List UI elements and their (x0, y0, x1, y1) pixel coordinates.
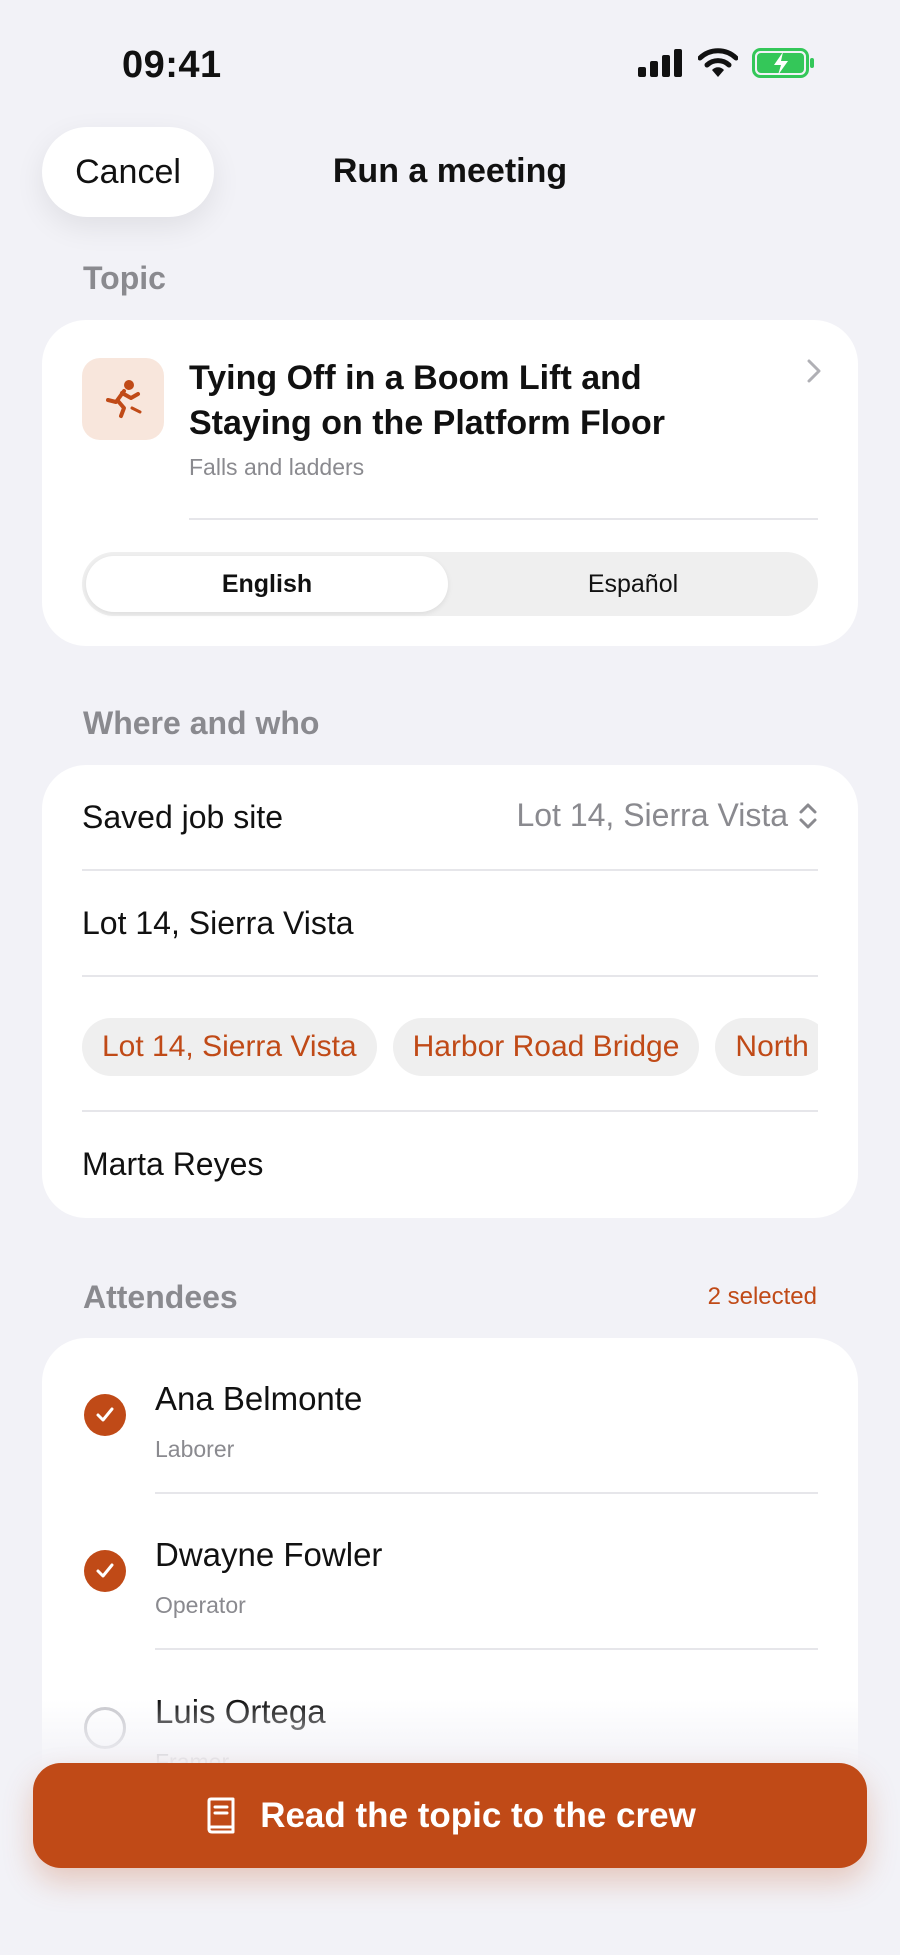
battery-charging-icon (752, 48, 814, 78)
saved-site-row[interactable]: Saved job site Lot 14, Sierra Vista (42, 765, 858, 869)
where-divider (82, 1110, 818, 1112)
page-title: Run a meeting (332, 152, 568, 190)
attendees-section-label: Attendees (83, 1279, 238, 1315)
site-chips: Lot 14, Sierra Vista Harbor Road Bridge … (82, 1018, 818, 1076)
leader-name-field[interactable]: Marta Reyes (82, 1146, 263, 1183)
topic-divider (189, 518, 818, 520)
topic-category: Falls and ladders (189, 454, 365, 480)
status-time: 09:41 (122, 44, 222, 86)
attendee-role: Operator (155, 1592, 246, 1618)
topic-row[interactable]: Tying Off in a Boom Lift and Staying on … (42, 320, 858, 520)
where-divider (82, 869, 818, 871)
site-name-field[interactable]: Lot 14, Sierra Vista (82, 905, 354, 942)
attendee-name: Dwayne Fowler (155, 1536, 383, 1573)
saved-site-picker[interactable]: Lot 14, Sierra Vista (516, 797, 818, 834)
topic-icon-box (82, 358, 164, 440)
where-divider (82, 975, 818, 977)
topic-title: Tying Off in a Boom Lift and Staying on … (189, 359, 666, 442)
selected-count-badge: 2 selected (707, 1283, 817, 1310)
topic-card: Tying Off in a Boom Lift and Staying on … (42, 320, 858, 646)
checkmark-icon (96, 1563, 114, 1578)
book-icon (207, 1797, 235, 1833)
attendee-row[interactable]: Dwayne Fowler Operator (42, 1495, 858, 1650)
attendee-row[interactable]: Ana Belmonte Laborer (42, 1338, 858, 1493)
where-section-label: Where and who (83, 705, 320, 741)
falling-person-icon (106, 380, 142, 418)
site-chip[interactable]: North (715, 1018, 818, 1076)
attendee-role: Laborer (155, 1436, 235, 1462)
where-card: Saved job site Lot 14, Sierra Vista Lot … (42, 765, 858, 1218)
status-bar: 09:41 (0, 0, 900, 120)
chevron-up-down-icon (799, 803, 817, 828)
checkbox-checked[interactable] (84, 1550, 126, 1592)
attendee-divider (155, 1492, 818, 1494)
read-topic-button[interactable]: Read the topic to the crew (33, 1763, 867, 1868)
checkmark-icon (96, 1407, 114, 1422)
topic-section-label: Topic (83, 260, 166, 296)
attendee-divider (155, 1648, 818, 1650)
site-chip[interactable]: Harbor Road Bridge (392, 1018, 700, 1076)
language-segmented-control: English Español (82, 552, 818, 616)
saved-site-value: Lot 14, Sierra Vista (516, 797, 788, 833)
attendee-name: Ana Belmonte (155, 1380, 363, 1417)
chevron-right-icon (807, 359, 821, 383)
site-chips-scroller[interactable]: Lot 14, Sierra Vista Harbor Road Bridge … (82, 1018, 818, 1076)
read-topic-label: Read the topic to the crew (260, 1795, 696, 1835)
wifi-icon (698, 48, 738, 77)
site-chip[interactable]: Lot 14, Sierra Vista (82, 1018, 377, 1076)
cellular-signal-icon (638, 49, 682, 77)
language-option-espanol[interactable]: Español (452, 556, 814, 612)
saved-site-label: Saved job site (82, 799, 284, 835)
checkbox-checked[interactable] (84, 1394, 126, 1436)
language-option-english[interactable]: English (86, 556, 448, 612)
status-icons (638, 48, 816, 78)
